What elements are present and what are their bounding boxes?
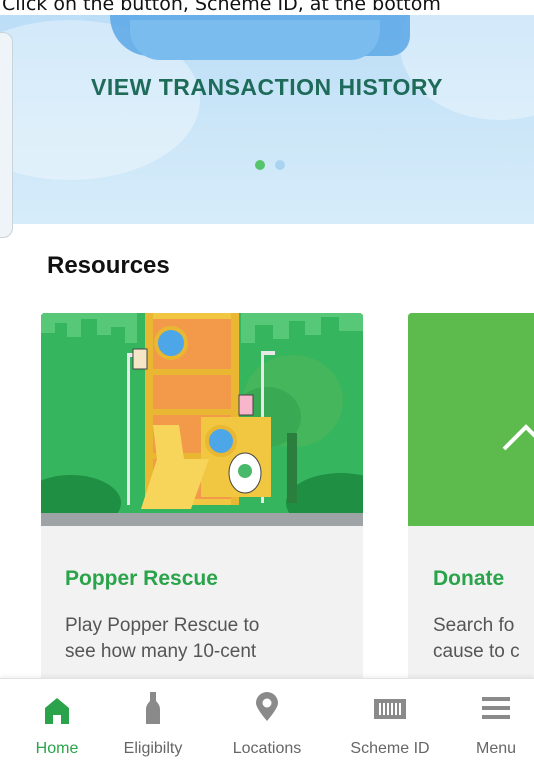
carousel-indicator	[255, 160, 285, 170]
bottom-navigation: Home Eligibilty Locations Scheme ID Menu	[0, 678, 534, 760]
side-drawer-handle[interactable]	[0, 32, 13, 238]
location-pin-icon	[256, 692, 278, 721]
popper-rescue-illustration	[41, 313, 363, 526]
banner-decoration	[130, 20, 380, 60]
section-title-resources: Resources	[47, 252, 170, 279]
card-title[interactable]: Popper Rescue	[65, 567, 218, 591]
nav-label: Menu	[475, 740, 517, 757]
carousel-dot[interactable]	[275, 160, 285, 170]
card-title[interactable]: Donate	[433, 567, 504, 591]
nav-home[interactable]: Home	[7, 679, 107, 760]
nav-menu[interactable]: Menu	[446, 679, 534, 760]
nav-label: Eligibilty	[123, 740, 183, 757]
nav-label: Scheme ID	[350, 740, 430, 757]
instruction-caption: Click on the button, Scheme ID, at the b…	[0, 0, 534, 15]
nav-scheme-id[interactable]: Scheme ID	[340, 679, 440, 760]
resource-card-popper-rescue[interactable]: Popper Rescue Play Popper Rescue to see …	[41, 313, 363, 693]
nav-label: Home	[35, 740, 79, 757]
home-icon	[45, 698, 69, 724]
nav-eligibility[interactable]: Eligibilty	[103, 679, 203, 760]
barcode-icon	[374, 699, 406, 719]
nav-label: Locations	[232, 740, 302, 757]
donate-illustration	[408, 313, 534, 526]
banner-title[interactable]: VIEW TRANSACTION HISTORY	[0, 74, 534, 101]
transaction-history-banner[interactable]: VIEW TRANSACTION HISTORY	[0, 0, 534, 224]
hamburger-menu-icon	[482, 697, 510, 719]
card-description: Search fo cause to c	[433, 615, 520, 662]
bottle-icon	[146, 692, 160, 724]
resource-card-donate[interactable]: Donate Search fo cause to c	[408, 313, 534, 693]
card-description: Play Popper Rescue to see how many 10-ce…	[65, 615, 260, 662]
nav-locations[interactable]: Locations	[217, 679, 317, 760]
carousel-dot-active[interactable]	[255, 160, 265, 170]
